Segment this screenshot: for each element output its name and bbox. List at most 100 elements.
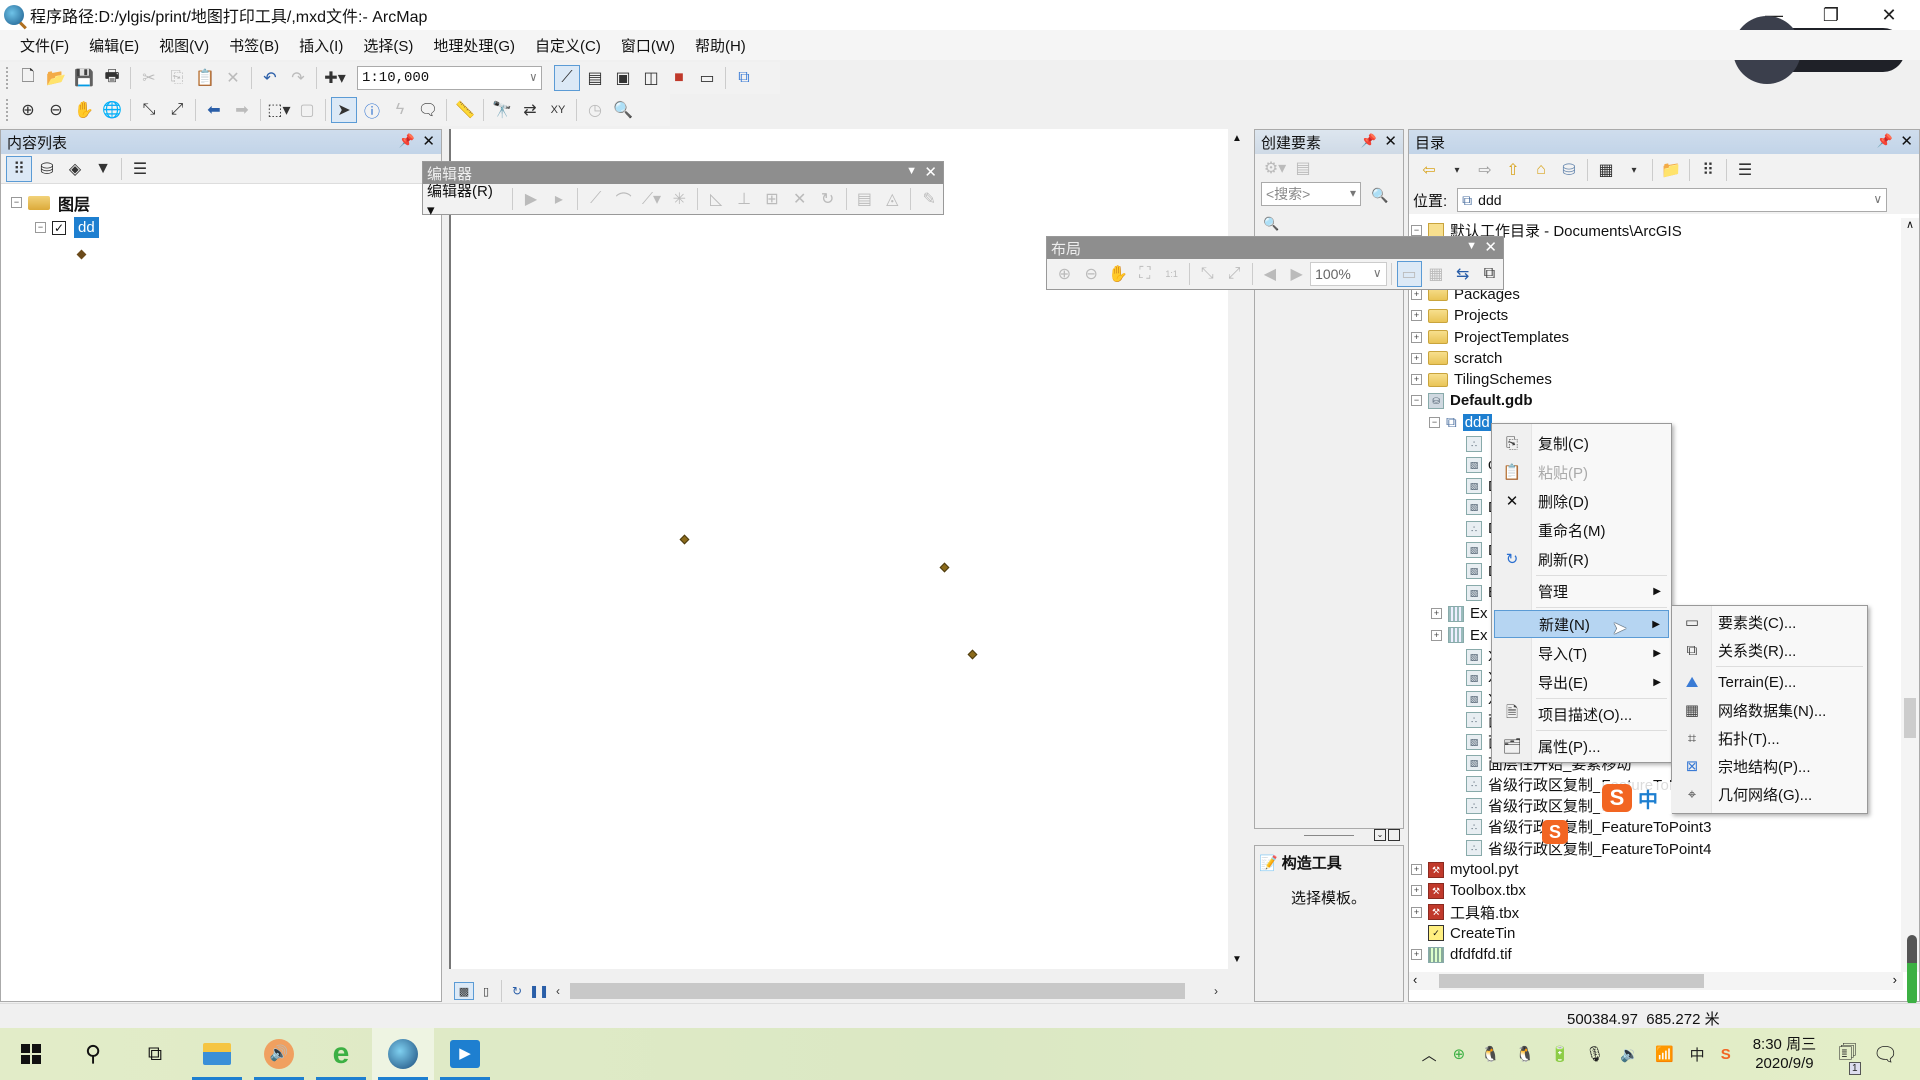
notification-badge-icon[interactable]: 🗊 1	[1838, 1037, 1861, 1075]
pause-drawing-icon[interactable]: ❚❚	[529, 982, 549, 1000]
redo-icon[interactable]: ↷	[285, 65, 311, 91]
pin-icon[interactable]: 📌	[399, 133, 415, 149]
toc-layer-dd[interactable]: − ✓ dd	[35, 217, 99, 238]
find-icon[interactable]: 🔭	[489, 97, 515, 123]
time-slider-icon[interactable]: ◷	[582, 97, 608, 123]
expand-icon[interactable]: +	[1431, 608, 1442, 620]
catalog-feature-dataset[interactable]: − ⧉ ddd	[1429, 412, 1492, 433]
hyperlink-icon[interactable]: ϟ	[387, 97, 413, 123]
task-view-button[interactable]: ⧉	[124, 1028, 186, 1080]
add-data-icon[interactable]: ✚▾	[322, 65, 348, 91]
action-center-icon[interactable]: 🗨	[1873, 1042, 1898, 1067]
python-window-icon[interactable]: ▭	[694, 65, 720, 91]
focus-data-frame-icon[interactable]: ▦	[1424, 261, 1449, 287]
menu-item-copy[interactable]: ⎘ 复制(C)	[1494, 430, 1669, 456]
fixed-zoom-out-icon[interactable]: ⤢	[164, 97, 190, 123]
catalog-item[interactable]: + ⚒ mytool.pyt	[1411, 859, 1518, 880]
edit-tool-icon[interactable]: ▶	[518, 186, 544, 212]
editor-toolbar-header[interactable]: 编辑器 ▼ ✕	[423, 162, 943, 184]
submenu-item-geometric-network[interactable]: ⌖ 几何网络(G)...	[1674, 781, 1865, 807]
options-icon[interactable]: ☰	[1732, 157, 1758, 183]
copy-icon[interactable]: ⎘	[164, 65, 190, 91]
previous-extent-icon[interactable]: ◀	[1257, 261, 1282, 287]
cut-polygons-icon[interactable]: ⊞	[759, 186, 785, 212]
menu-help[interactable]: 帮助(H)	[685, 35, 756, 56]
expand-icon[interactable]: +	[1411, 864, 1422, 875]
scroll-up-icon[interactable]: ▲	[1232, 133, 1242, 144]
scale-combo[interactable]: 1:10,000 ∨	[357, 66, 542, 90]
close-icon[interactable]: ✕	[422, 132, 435, 150]
zoom-out-icon[interactable]: ⊖	[43, 97, 69, 123]
default-gdb-icon[interactable]: ⛁	[1556, 157, 1582, 183]
create-features-icon[interactable]: ✎	[916, 186, 942, 212]
layer-visibility-checkbox[interactable]: ✓	[52, 220, 66, 235]
toggle-draft-mode-icon[interactable]: ▭	[1396, 261, 1422, 287]
magnifier-window-icon[interactable]: 🔍	[610, 97, 636, 123]
collapse-icon[interactable]: −	[1429, 416, 1440, 428]
taskbar-arcmap[interactable]	[372, 1028, 434, 1080]
submenu-item-feature-class[interactable]: ▭ 要素类(C)...	[1674, 609, 1865, 635]
dropdown-icon[interactable]: ▼	[906, 165, 917, 177]
search-window-icon[interactable]: ◫	[638, 65, 664, 91]
taskbar-audio-app[interactable]: 🔊	[248, 1028, 310, 1080]
map-point[interactable]	[939, 562, 950, 573]
zoom-whole-page-icon[interactable]: ⛶	[1132, 261, 1157, 287]
collapse-icon[interactable]: −	[11, 197, 22, 208]
menu-edit[interactable]: 编辑(E)	[79, 35, 149, 56]
layout-zoom-in-icon[interactable]: ⊕	[1052, 261, 1077, 287]
menu-item-import[interactable]: 导入(T) ▶	[1494, 640, 1669, 666]
catalog-feature-class[interactable]: ∴ 省级行政区复制_FeatureToPoint4	[1449, 838, 1711, 859]
editor-toolbar-icon[interactable]: ⟋	[554, 65, 580, 91]
catalog-item[interactable]: +dsds.img	[1411, 966, 1510, 969]
save-icon[interactable]: 💾	[71, 65, 97, 91]
submenu-item-network-dataset[interactable]: ▦ 网络数据集(N)...	[1674, 697, 1865, 723]
close-icon[interactable]: ✕	[1484, 238, 1497, 256]
back-icon[interactable]: ⬅	[201, 97, 227, 123]
up-one-level-icon[interactable]: ⇧	[1500, 157, 1526, 183]
paste-icon[interactable]: 📋	[192, 65, 218, 91]
collapse-icon[interactable]: ⌄	[1374, 829, 1386, 841]
html-popup-icon[interactable]: 🗨	[415, 97, 441, 123]
toggle-contents-icon[interactable]: ⠿	[1695, 157, 1721, 183]
menu-item-paste[interactable]: 📋 粘贴(P)	[1494, 459, 1669, 485]
data-driven-pages-icon[interactable]: ⧉	[1477, 261, 1502, 287]
battery-icon[interactable]: 🔋	[1551, 1045, 1570, 1063]
change-layout-icon[interactable]: ⇆	[1450, 261, 1475, 287]
find-route-icon[interactable]: ⇄	[517, 97, 543, 123]
catalog-item[interactable]: ✓ CreateTin	[1411, 923, 1515, 944]
go-to-xy-icon[interactable]: XY	[545, 97, 571, 123]
catalog-item[interactable]: + ⚒ Toolbox.tbx	[1411, 880, 1526, 901]
expand-icon[interactable]: +	[1411, 288, 1422, 300]
layout-zoom-combo[interactable]: 100% ∨	[1310, 262, 1387, 286]
menu-insert[interactable]: 插入(I)	[289, 35, 353, 56]
collapse-icon[interactable]: −	[35, 222, 46, 233]
new-document-icon[interactable]: 🗋	[15, 65, 41, 91]
arctoolbox-icon[interactable]: ■	[666, 65, 692, 91]
qq-icon[interactable]: 🐧	[1481, 1045, 1500, 1063]
open-icon[interactable]: 📂	[43, 65, 69, 91]
fixed-zoom-in-icon[interactable]: ⤡	[1195, 261, 1220, 287]
panel-splitter[interactable]: ⌄	[1254, 829, 1404, 841]
straight-segment-icon[interactable]: ⟋	[583, 186, 609, 212]
menu-view[interactable]: 视图(V)	[149, 35, 219, 56]
organize-templates-icon[interactable]: ⚙▾	[1262, 155, 1288, 181]
table-of-contents-icon[interactable]: ▤	[582, 65, 608, 91]
catalog-geodatabase[interactable]: − ⛁ Default.gdb	[1411, 390, 1533, 411]
catalog-folder[interactable]: + scratch	[1411, 348, 1502, 369]
expand-icon[interactable]: +	[1411, 352, 1422, 364]
point-icon[interactable]: ✳	[666, 186, 692, 212]
forward-icon[interactable]: ➡	[229, 97, 255, 123]
views-icon[interactable]: ▦	[1593, 157, 1619, 183]
fixed-zoom-out-icon[interactable]: ⤢	[1222, 261, 1247, 287]
expand-icon[interactable]: +	[1431, 629, 1442, 641]
menu-item-new[interactable]: 新建(N) ▶	[1494, 610, 1669, 638]
menu-bookmarks[interactable]: 书签(B)	[219, 35, 289, 56]
map-horizontal-scrollbar[interactable]	[570, 983, 1185, 999]
layout-toolbar-header[interactable]: 布局 ▼ ✕	[1047, 237, 1503, 259]
catalog-item[interactable]: + ⚒ 工具箱.tbx	[1411, 902, 1519, 923]
qq-icon[interactable]: 🐧	[1516, 1045, 1535, 1063]
sketch-properties-icon[interactable]: ◬	[879, 186, 905, 212]
zoom-in-icon[interactable]: ⊕	[15, 97, 41, 123]
layer-name[interactable]: dd	[74, 217, 99, 238]
expand-icon[interactable]: +	[1411, 906, 1422, 918]
